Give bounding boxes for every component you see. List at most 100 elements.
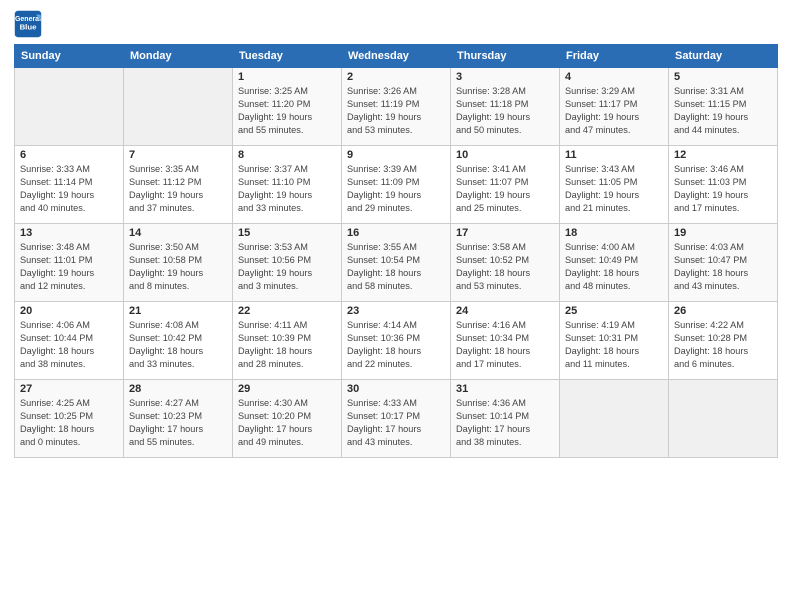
- calendar-cell: 18 Sunrise: 4:00 AM Sunset: 10:49 PM Dayl…: [560, 224, 669, 302]
- day-number: 11: [565, 149, 663, 161]
- calendar-cell: 21Sunrise: 4:08 AM Sunset: 10:42 PM Dayl…: [124, 302, 233, 380]
- calendar-cell: 22Sunrise: 4:11 AM Sunset: 10:39 PM Dayl…: [233, 302, 342, 380]
- calendar-cell: 19 Sunrise: 4:03 AM Sunset: 10:47 PM Dayl…: [669, 224, 778, 302]
- calendar-week-row: 6 Sunrise: 3:33 AM Sunset: 11:14 PM Dayli…: [15, 146, 778, 224]
- day-info: Sunrise: 3:28 AM Sunset: 11:18 PM Daylig…: [456, 85, 554, 137]
- day-info: Sunrise: 4:25 AM Sunset: 10:25 PM Daylig…: [20, 397, 118, 449]
- calendar-cell: 26 Sunrise: 4:22 AM Sunset: 10:28 PM Dayl…: [669, 302, 778, 380]
- day-number: 28: [129, 383, 227, 395]
- day-number: 2: [347, 71, 445, 83]
- day-info: Sunrise: 3:53 AM Sunset: 10:56 PM Daylig…: [238, 241, 336, 293]
- day-number: 5: [674, 71, 772, 83]
- day-number: 7: [129, 149, 227, 161]
- calendar-cell: [669, 380, 778, 458]
- day-number: 29: [238, 383, 336, 395]
- calendar-cell: 5 Sunrise: 3:31 AM Sunset: 11:15 PM Dayli…: [669, 68, 778, 146]
- day-info: Sunrise: 4:03 AM Sunset: 10:47 PM Daylig…: [674, 241, 772, 293]
- calendar-week-row: 1 Sunrise: 3:25 AM Sunset: 11:20 PM Dayli…: [15, 68, 778, 146]
- calendar-cell: 11 Sunrise: 3:43 AM Sunset: 11:05 PM Dayl…: [560, 146, 669, 224]
- day-number: 18: [565, 227, 663, 239]
- day-info: Sunrise: 4:16 AM Sunset: 10:34 PM Daylig…: [456, 319, 554, 371]
- day-number: 30: [347, 383, 445, 395]
- calendar-cell: 30 Sunrise: 4:33 AM Sunset: 10:17 PM Dayl…: [342, 380, 451, 458]
- day-number: 17: [456, 227, 554, 239]
- day-info: Sunrise: 4:19 AM Sunset: 10:31 PM Daylig…: [565, 319, 663, 371]
- day-info: Sunrise: 3:35 AM Sunset: 11:12 PM Daylig…: [129, 163, 227, 215]
- day-info: Sunrise: 3:55 AM Sunset: 10:54 PM Daylig…: [347, 241, 445, 293]
- day-info: Sunrise: 3:33 AM Sunset: 11:14 PM Daylig…: [20, 163, 118, 215]
- calendar-cell: 23Sunrise: 4:14 AM Sunset: 10:36 PM Dayl…: [342, 302, 451, 380]
- svg-text:Blue: Blue: [20, 22, 38, 31]
- day-info: Sunrise: 4:06 AM Sunset: 10:44 PM Daylig…: [20, 319, 118, 371]
- day-info: Sunrise: 3:46 AM Sunset: 11:03 PM Daylig…: [674, 163, 772, 215]
- calendar-cell: 24 Sunrise: 4:16 AM Sunset: 10:34 PM Dayl…: [451, 302, 560, 380]
- day-number: 15: [238, 227, 336, 239]
- day-number: 12: [674, 149, 772, 161]
- weekday-header: Monday: [124, 45, 233, 68]
- day-info: Sunrise: 3:41 AM Sunset: 11:07 PM Daylig…: [456, 163, 554, 215]
- day-number: 16: [347, 227, 445, 239]
- calendar-cell: 25 Sunrise: 4:19 AM Sunset: 10:31 PM Dayl…: [560, 302, 669, 380]
- day-number: 26: [674, 305, 772, 317]
- day-number: 3: [456, 71, 554, 83]
- calendar-cell: 4 Sunrise: 3:29 AM Sunset: 11:17 PM Dayli…: [560, 68, 669, 146]
- day-number: 9: [347, 149, 445, 161]
- calendar-cell: [560, 380, 669, 458]
- day-info: Sunrise: 4:22 AM Sunset: 10:28 PM Daylig…: [674, 319, 772, 371]
- calendar-cell: [15, 68, 124, 146]
- day-number: 31: [456, 383, 554, 395]
- calendar-cell: 29Sunrise: 4:30 AM Sunset: 10:20 PM Dayl…: [233, 380, 342, 458]
- day-info: Sunrise: 3:29 AM Sunset: 11:17 PM Daylig…: [565, 85, 663, 137]
- logo-icon: General Blue: [14, 10, 42, 38]
- calendar-header-row: SundayMondayTuesdayWednesdayThursdayFrid…: [15, 45, 778, 68]
- calendar-cell: [124, 68, 233, 146]
- day-number: 20: [20, 305, 118, 317]
- day-number: 10: [456, 149, 554, 161]
- calendar-cell: 20 Sunrise: 4:06 AM Sunset: 10:44 PM Dayl…: [15, 302, 124, 380]
- day-info: Sunrise: 4:36 AM Sunset: 10:14 PM Daylig…: [456, 397, 554, 449]
- calendar-cell: 14Sunrise: 3:50 AM Sunset: 10:58 PM Dayl…: [124, 224, 233, 302]
- weekday-header: Tuesday: [233, 45, 342, 68]
- day-info: Sunrise: 4:33 AM Sunset: 10:17 PM Daylig…: [347, 397, 445, 449]
- calendar-cell: 27 Sunrise: 4:25 AM Sunset: 10:25 PM Dayl…: [15, 380, 124, 458]
- calendar-cell: 16 Sunrise: 3:55 AM Sunset: 10:54 PM Dayl…: [342, 224, 451, 302]
- calendar-week-row: 20 Sunrise: 4:06 AM Sunset: 10:44 PM Dayl…: [15, 302, 778, 380]
- calendar-cell: 3 Sunrise: 3:28 AM Sunset: 11:18 PM Dayli…: [451, 68, 560, 146]
- calendar-cell: 9Sunrise: 3:39 AM Sunset: 11:09 PM Dayli…: [342, 146, 451, 224]
- calendar-cell: 12 Sunrise: 3:46 AM Sunset: 11:03 PM Dayl…: [669, 146, 778, 224]
- day-number: 4: [565, 71, 663, 83]
- weekday-header: Friday: [560, 45, 669, 68]
- calendar-cell: 1 Sunrise: 3:25 AM Sunset: 11:20 PM Dayli…: [233, 68, 342, 146]
- day-info: Sunrise: 4:11 AM Sunset: 10:39 PM Daylig…: [238, 319, 336, 371]
- day-info: Sunrise: 4:08 AM Sunset: 10:42 PM Daylig…: [129, 319, 227, 371]
- calendar-cell: 28Sunrise: 4:27 AM Sunset: 10:23 PM Dayl…: [124, 380, 233, 458]
- day-info: Sunrise: 3:48 AM Sunset: 11:01 PM Daylig…: [20, 241, 118, 293]
- day-info: Sunrise: 3:31 AM Sunset: 11:15 PM Daylig…: [674, 85, 772, 137]
- weekday-header: Saturday: [669, 45, 778, 68]
- calendar-cell: 7 Sunrise: 3:35 AM Sunset: 11:12 PM Dayli…: [124, 146, 233, 224]
- calendar-cell: 8Sunrise: 3:37 AM Sunset: 11:10 PM Dayli…: [233, 146, 342, 224]
- day-number: 27: [20, 383, 118, 395]
- day-info: Sunrise: 3:50 AM Sunset: 10:58 PM Daylig…: [129, 241, 227, 293]
- day-info: Sunrise: 3:43 AM Sunset: 11:05 PM Daylig…: [565, 163, 663, 215]
- calendar-week-row: 13Sunrise: 3:48 AM Sunset: 11:01 PM Dayl…: [15, 224, 778, 302]
- calendar-cell: 17Sunrise: 3:58 AM Sunset: 10:52 PM Dayl…: [451, 224, 560, 302]
- calendar-cell: 2Sunrise: 3:26 AM Sunset: 11:19 PM Dayli…: [342, 68, 451, 146]
- weekday-header: Sunday: [15, 45, 124, 68]
- day-info: Sunrise: 4:00 AM Sunset: 10:49 PM Daylig…: [565, 241, 663, 293]
- day-number: 19: [674, 227, 772, 239]
- day-number: 6: [20, 149, 118, 161]
- calendar-cell: 6 Sunrise: 3:33 AM Sunset: 11:14 PM Dayli…: [15, 146, 124, 224]
- calendar-table: SundayMondayTuesdayWednesdayThursdayFrid…: [14, 44, 778, 458]
- logo: General Blue: [14, 10, 46, 38]
- calendar-week-row: 27 Sunrise: 4:25 AM Sunset: 10:25 PM Dayl…: [15, 380, 778, 458]
- day-number: 24: [456, 305, 554, 317]
- page-header: General Blue: [14, 10, 778, 38]
- day-number: 25: [565, 305, 663, 317]
- weekday-header: Thursday: [451, 45, 560, 68]
- calendar-cell: 10 Sunrise: 3:41 AM Sunset: 11:07 PM Dayl…: [451, 146, 560, 224]
- day-info: Sunrise: 3:25 AM Sunset: 11:20 PM Daylig…: [238, 85, 336, 137]
- day-number: 1: [238, 71, 336, 83]
- calendar-cell: 31 Sunrise: 4:36 AM Sunset: 10:14 PM Dayl…: [451, 380, 560, 458]
- day-number: 8: [238, 149, 336, 161]
